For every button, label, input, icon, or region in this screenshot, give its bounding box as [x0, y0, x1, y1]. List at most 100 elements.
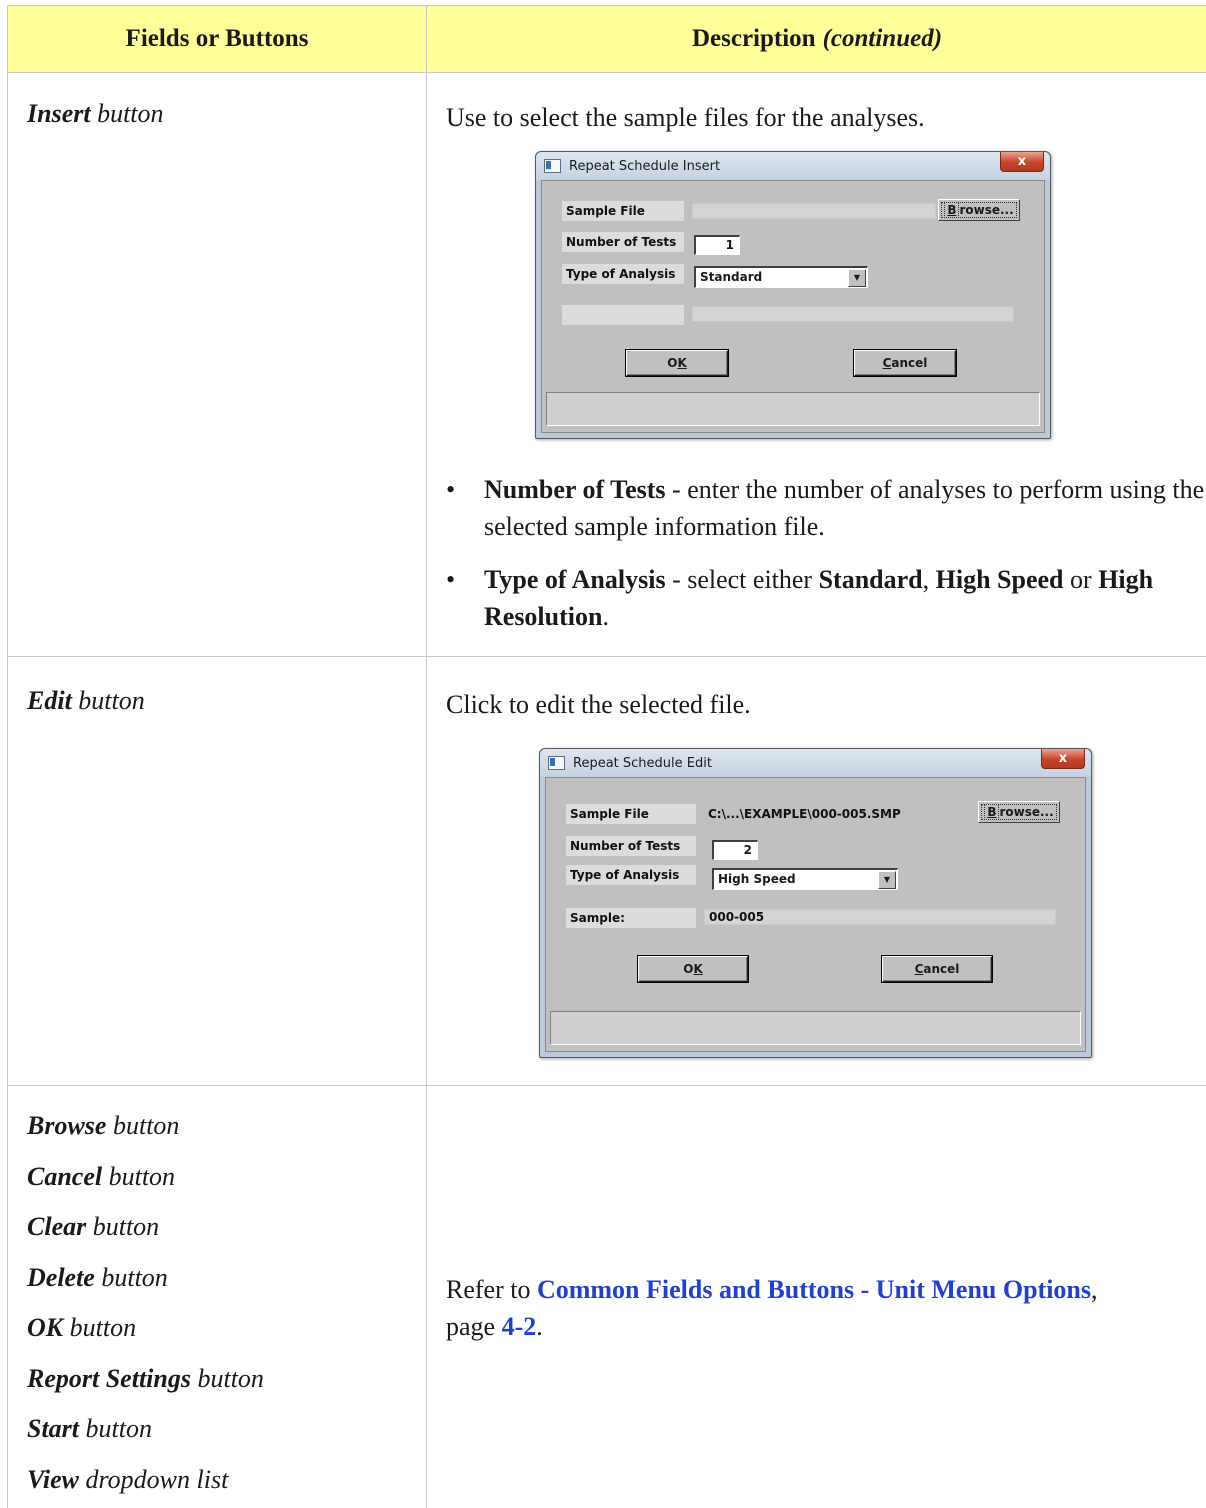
sample-file-field: [692, 203, 936, 219]
item-suffix: button: [101, 1262, 168, 1292]
item-name: Delete: [27, 1262, 95, 1292]
option-high-speed: High Speed: [935, 565, 1064, 594]
ok-button[interactable]: OK: [626, 350, 728, 376]
separator: or: [1063, 565, 1099, 594]
status-bar: [550, 1011, 1081, 1045]
bullet-term: Number of Tests: [484, 475, 666, 504]
header-continued: (continued): [822, 25, 943, 52]
chevron-down-icon[interactable]: ▼: [848, 269, 866, 287]
number-of-tests-input[interactable]: 2: [712, 840, 758, 860]
item-name: Browse: [27, 1111, 107, 1140]
list-item: Browse button: [27, 1111, 179, 1141]
refer-prefix: Refer to: [446, 1275, 537, 1304]
period: .: [536, 1312, 543, 1341]
browse-label: Browse...: [981, 804, 1057, 820]
field-edit-name: Edit: [27, 686, 72, 715]
header-left-text: Fields or Buttons: [125, 25, 309, 52]
sample-file-label: Sample File: [566, 804, 696, 824]
item-suffix: button: [108, 1161, 176, 1191]
common-description: Refer to Common Fields and Buttons - Uni…: [446, 1271, 1196, 1345]
ok-label: OK: [683, 962, 703, 976]
number-of-tests-label: Number of Tests: [562, 232, 684, 252]
field-insert-suffix: button: [97, 99, 164, 128]
bullet-dot: •: [446, 565, 456, 594]
sample-value-field: 000-005: [704, 909, 1056, 925]
close-icon[interactable]: x: [1000, 152, 1044, 172]
close-icon[interactable]: x: [1041, 749, 1085, 769]
item-name: Cancel: [27, 1161, 103, 1191]
option-standard: Standard: [818, 565, 923, 594]
bullet-term: Type of Analysis: [484, 565, 666, 594]
bullet-dot: •: [446, 475, 456, 504]
ok-button[interactable]: OK: [638, 956, 748, 982]
browse-button[interactable]: Browse...: [938, 199, 1020, 221]
separator: ,: [922, 565, 936, 594]
type-of-analysis-value: Standard: [700, 270, 763, 284]
repeat-schedule-insert-dialog: Repeat Schedule Insert x Sample File Bro…: [535, 151, 1051, 439]
type-of-analysis-label: Type of Analysis: [562, 264, 684, 284]
type-of-analysis-select[interactable]: Standard ▼: [694, 266, 868, 288]
cancel-button[interactable]: Cancel: [854, 350, 956, 376]
list-item: Cancel button: [27, 1162, 175, 1192]
dialog-client: Sample File C:\...\EXAMPLE\000-005.SMP B…: [545, 777, 1086, 1052]
number-of-tests-label: Number of Tests: [566, 836, 696, 856]
item-suffix: button: [69, 1313, 137, 1342]
dialog-client: Sample File Browse... Number of Tests 1 …: [541, 180, 1045, 433]
app-icon: [544, 159, 561, 173]
header-right-text: Description: [691, 25, 816, 52]
header-fields-or-buttons: Fields or Buttons: [8, 6, 427, 73]
sample-file-field: C:\...\EXAMPLE\000-005.SMP: [708, 807, 901, 821]
app-icon: [548, 756, 565, 770]
header-description: Description (continued): [427, 6, 1206, 73]
sample-file-label: Sample File: [562, 201, 684, 221]
item-suffix: button: [92, 1212, 160, 1241]
type-of-analysis-select[interactable]: High Speed ▼: [712, 868, 898, 890]
type-of-analysis-value: High Speed: [718, 872, 796, 886]
number-of-tests-input[interactable]: 1: [694, 235, 740, 255]
bullet-text: - select either: [665, 565, 819, 594]
comma: ,: [1091, 1275, 1098, 1304]
bullet-type-of-analysis: • Type of Analysis - select either Stand…: [446, 561, 1206, 635]
dialog-title: Repeat Schedule Insert: [569, 158, 721, 174]
item-suffix: button: [112, 1111, 180, 1140]
cancel-button[interactable]: Cancel: [882, 956, 992, 982]
list-item: Report Settings button: [27, 1364, 264, 1394]
item-name: View: [27, 1464, 80, 1494]
dialog-titlebar: Repeat Schedule Edit x: [540, 749, 1091, 777]
dialog-title: Repeat Schedule Edit: [573, 755, 712, 771]
ok-label: OK: [667, 356, 687, 370]
repeat-schedule-edit-dialog: Repeat Schedule Edit x Sample File C:\..…: [539, 748, 1092, 1058]
fields-table: Fields or Buttons Description (continued…: [7, 5, 1206, 1508]
field-insert-button: Insert button: [27, 99, 164, 129]
list-item: Clear button: [27, 1212, 159, 1242]
dialog-titlebar: Repeat Schedule Insert x: [536, 152, 1050, 180]
item-name: Report Settings: [27, 1363, 191, 1393]
sample-value-empty: [692, 306, 1014, 322]
column-divider: [426, 72, 427, 1508]
cancel-label: Cancel: [882, 356, 928, 370]
sample-label-empty: [562, 305, 684, 325]
field-edit-button: Edit button: [27, 686, 145, 716]
item-suffix: button: [85, 1414, 152, 1443]
chevron-down-icon[interactable]: ▼: [878, 871, 896, 889]
list-item: OK button: [27, 1313, 136, 1343]
sample-label: Sample:: [566, 908, 696, 928]
insert-description: Use to select the sample files for the a…: [446, 103, 925, 132]
page-link[interactable]: 4-2: [502, 1312, 537, 1341]
browse-button[interactable]: Browse...: [978, 801, 1060, 823]
period: .: [602, 602, 609, 631]
item-suffix: dropdown list: [85, 1464, 229, 1494]
list-item: Start button: [27, 1414, 152, 1444]
bullet-number-of-tests: • Number of Tests - enter the number of …: [446, 471, 1206, 545]
edit-description: Click to edit the selected file.: [446, 690, 751, 719]
common-fields-link[interactable]: Common Fields and Buttons - Unit Menu Op…: [537, 1275, 1091, 1304]
page-prefix: page: [446, 1312, 502, 1341]
row-divider-2: [8, 1085, 1206, 1086]
list-item: View dropdown list: [27, 1465, 228, 1495]
cancel-label: Cancel: [914, 962, 960, 976]
field-insert-name: Insert: [27, 99, 91, 128]
insert-bullets: • Number of Tests - enter the number of …: [446, 471, 1206, 651]
type-of-analysis-label: Type of Analysis: [566, 865, 696, 885]
field-edit-suffix: button: [78, 686, 145, 715]
browse-label: Browse...: [941, 202, 1017, 218]
